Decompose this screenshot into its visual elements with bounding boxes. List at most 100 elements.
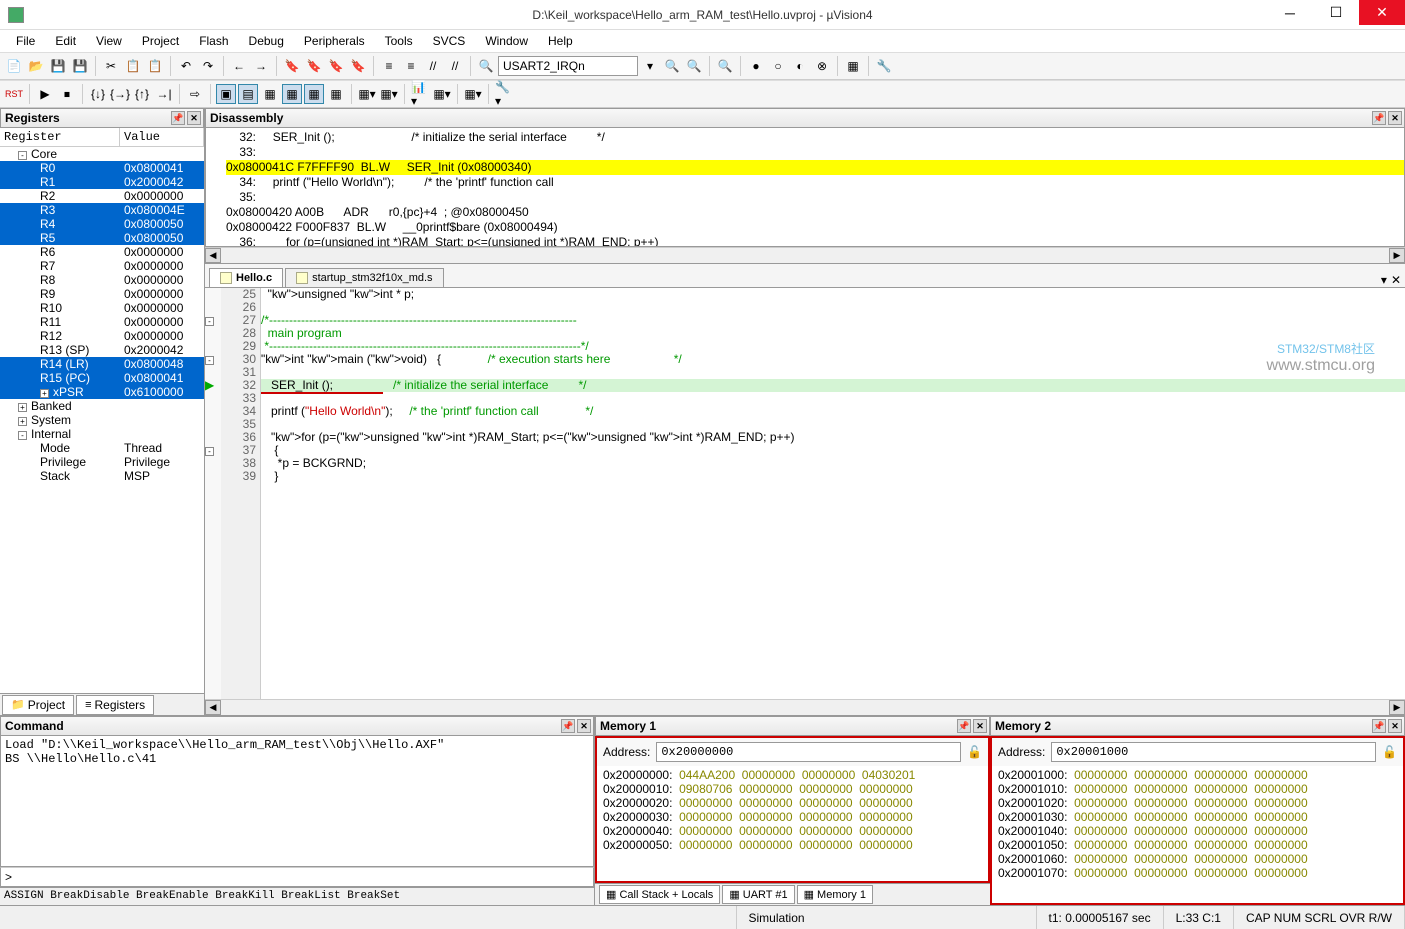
register-row[interactable]: +System — [0, 413, 204, 427]
configure-button[interactable]: 🔧 — [874, 56, 894, 76]
panel-close-icon[interactable]: ✕ — [1388, 111, 1402, 125]
registers-tab[interactable]: ≡ Registers — [76, 695, 154, 715]
register-row[interactable]: R120x0000000 — [0, 329, 204, 343]
register-row[interactable]: R15 (PC)0x0800041 — [0, 371, 204, 385]
menu-project[interactable]: Project — [134, 32, 187, 50]
menu-tools[interactable]: Tools — [377, 32, 421, 50]
save-all-button[interactable]: 💾 — [70, 56, 90, 76]
code-line[interactable]: "kw">int "kw">main ("kw">void) { /* exec… — [261, 353, 1405, 366]
menu-peripherals[interactable]: Peripherals — [296, 32, 373, 50]
pin-icon[interactable]: 📌 — [171, 111, 185, 125]
find-button[interactable]: 🔍 — [476, 56, 496, 76]
minimize-button[interactable]: ─ — [1267, 0, 1313, 25]
tab-menu-button[interactable]: ▾ — [1381, 273, 1387, 287]
run-to-cursor-button[interactable]: →| — [154, 84, 174, 104]
find-dropdown-button[interactable]: ▾ — [640, 56, 660, 76]
register-row[interactable]: PrivilegePrivilege — [0, 455, 204, 469]
register-row[interactable]: R30x080004E — [0, 203, 204, 217]
window-button[interactable]: ▦ — [843, 56, 863, 76]
callstack-window-button[interactable]: ▦ — [304, 84, 324, 104]
bookmark-prev-button[interactable]: 🔖 — [304, 56, 324, 76]
find-in-files-button[interactable]: 🔍 — [662, 56, 682, 76]
project-tab[interactable]: 📁 Project — [2, 695, 74, 715]
scrollbar-horizontal[interactable]: ◀▶ — [205, 699, 1405, 715]
menu-view[interactable]: View — [88, 32, 130, 50]
undo-button[interactable]: ↶ — [176, 56, 196, 76]
disassembly-window-button[interactable]: ▤ — [238, 84, 258, 104]
scrollbar-horizontal[interactable]: ◀▶ — [205, 247, 1405, 263]
paste-button[interactable]: 📋 — [145, 56, 165, 76]
register-row[interactable]: R40x0800050 — [0, 217, 204, 231]
register-row[interactable]: R70x0000000 — [0, 259, 204, 273]
command-output[interactable]: Load "D:\\Keil_workspace\\Hello_arm_RAM_… — [0, 736, 594, 867]
register-row[interactable]: StackMSP — [0, 469, 204, 483]
lock-icon[interactable]: 🔓 — [1382, 745, 1397, 759]
step-over-button[interactable]: {→} — [110, 84, 130, 104]
command-window-button[interactable]: ▣ — [216, 84, 236, 104]
reset-button[interactable]: RST — [4, 84, 24, 104]
menu-help[interactable]: Help — [540, 32, 581, 50]
memory-window-button[interactable]: ▦▾ — [357, 84, 377, 104]
memory1-address-input[interactable] — [656, 742, 961, 762]
panel-close-icon[interactable]: ✕ — [1388, 719, 1402, 733]
run-button[interactable]: ▶ — [35, 84, 55, 104]
incremental-find-button[interactable]: 🔍 — [684, 56, 704, 76]
code-line[interactable]: { — [261, 444, 1405, 457]
panel-close-icon[interactable]: ✕ — [577, 719, 591, 733]
nav-fwd-button[interactable]: → — [251, 56, 271, 76]
register-row[interactable]: R00x0800041 — [0, 161, 204, 175]
command-input[interactable]: > — [0, 867, 594, 887]
memory1-content[interactable]: 0x20000000: 044AA200 00000000 00000000 0… — [595, 766, 990, 883]
code-line[interactable]: printf ("Hello World\n"); /* the 'printf… — [261, 405, 1405, 418]
code-line[interactable]: "kw">unsigned "kw">int * p; — [261, 288, 1405, 301]
step-into-button[interactable]: {↓} — [88, 84, 108, 104]
register-row[interactable]: R110x0000000 — [0, 315, 204, 329]
code-tab[interactable]: startup_stm32f10x_md.s — [285, 268, 443, 287]
bookmark-clear-button[interactable]: 🔖 — [348, 56, 368, 76]
cut-button[interactable]: ✂ — [101, 56, 121, 76]
maximize-button[interactable]: ☐ — [1313, 0, 1359, 25]
register-row[interactable]: R80x0000000 — [0, 273, 204, 287]
register-row[interactable]: R13 (SP)0x2000042 — [0, 343, 204, 357]
comment-button[interactable]: // — [423, 56, 443, 76]
breakpoint-insert-button[interactable]: ● — [746, 56, 766, 76]
bottom-tab[interactable]: ▦ Call Stack + Locals — [599, 885, 720, 904]
nav-back-button[interactable]: ← — [229, 56, 249, 76]
show-next-button[interactable]: ⇨ — [185, 84, 205, 104]
register-row[interactable]: R60x0000000 — [0, 245, 204, 259]
analysis-window-button[interactable]: 📊▾ — [410, 84, 430, 104]
tab-close-button[interactable]: ✕ — [1391, 273, 1401, 287]
panel-close-icon[interactable]: ✕ — [187, 111, 201, 125]
bottom-tab[interactable]: ▦ UART #1 — [722, 885, 794, 904]
stop-button[interactable]: ⏹ — [57, 84, 77, 104]
code-line[interactable]: SER_Init (); /* initialize the serial in… — [261, 379, 1405, 392]
register-row[interactable]: R90x0000000 — [0, 287, 204, 301]
pin-icon[interactable]: 📌 — [1372, 111, 1386, 125]
watch-window-button[interactable]: ▦ — [326, 84, 346, 104]
pin-icon[interactable]: 📌 — [957, 719, 971, 733]
menu-edit[interactable]: Edit — [47, 32, 84, 50]
register-row[interactable]: R20x0000000 — [0, 189, 204, 203]
register-row[interactable]: R10x2000042 — [0, 175, 204, 189]
copy-button[interactable]: 📋 — [123, 56, 143, 76]
register-row[interactable]: R50x0800050 — [0, 231, 204, 245]
bookmark-next-button[interactable]: 🔖 — [326, 56, 346, 76]
close-button[interactable]: ✕ — [1359, 0, 1405, 25]
code-tab[interactable]: Hello.c — [209, 268, 283, 287]
panel-close-icon[interactable]: ✕ — [973, 719, 987, 733]
menu-svcs[interactable]: SVCS — [425, 32, 474, 50]
bookmark-button[interactable]: 🔖 — [282, 56, 302, 76]
debug-button[interactable]: 🔍 — [715, 56, 735, 76]
indent-button[interactable]: ≡ — [379, 56, 399, 76]
code-line[interactable]: /*--------------------------------------… — [261, 314, 1405, 327]
breakpoint-kill-button[interactable]: ⊗ — [812, 56, 832, 76]
memory2-content[interactable]: 0x20001000: 00000000 00000000 00000000 0… — [990, 766, 1405, 905]
register-row[interactable]: +xPSR0x6100000 — [0, 385, 204, 399]
code-line[interactable]: *p = BCKGRND; — [261, 457, 1405, 470]
outdent-button[interactable]: ≡ — [401, 56, 421, 76]
find-combo[interactable]: USART2_IRQn — [498, 56, 638, 76]
register-row[interactable]: R14 (LR)0x0800048 — [0, 357, 204, 371]
menu-window[interactable]: Window — [477, 32, 536, 50]
code-line[interactable]: } — [261, 470, 1405, 483]
new-file-button[interactable]: 📄 — [4, 56, 24, 76]
